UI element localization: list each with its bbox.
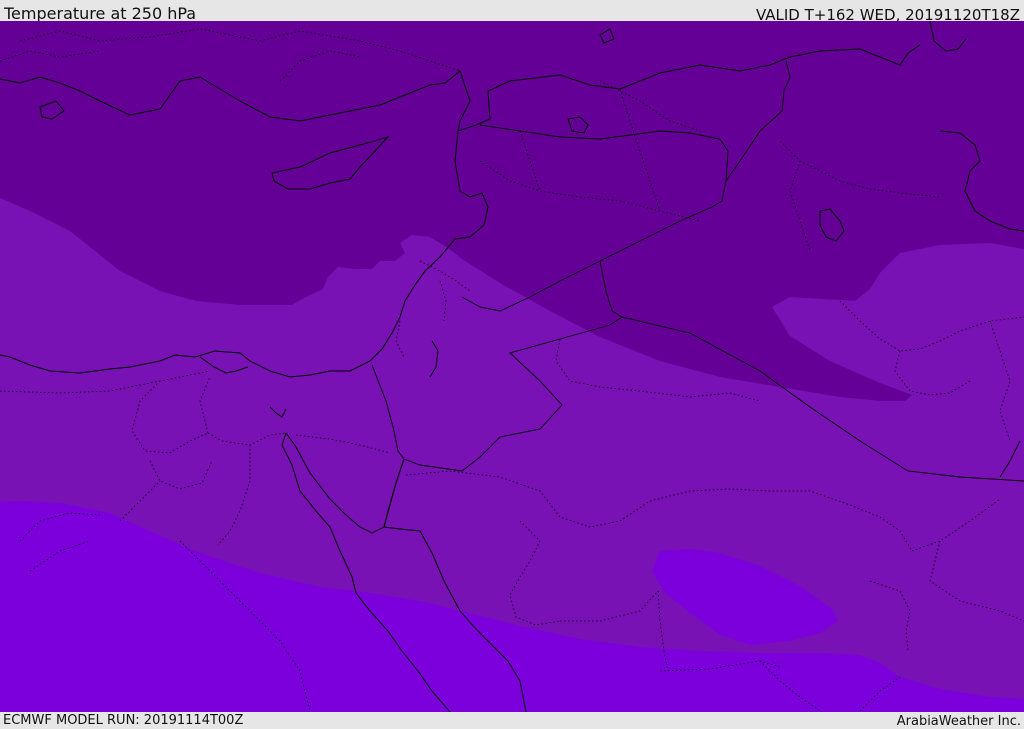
map-page: Temperature at 250 hPa VALID T+162 WED, … — [0, 0, 1024, 729]
credit-label: ArabiaWeather Inc. — [896, 714, 1021, 729]
footer-bar: ECMWF MODEL RUN: 20191114T00Z ArabiaWeat… — [0, 712, 1024, 729]
map-area[interactable] — [0, 21, 1024, 712]
model-run-label: ECMWF MODEL RUN: 20191114T00Z — [3, 713, 244, 728]
temperature-map — [0, 21, 1024, 712]
header-bar: Temperature at 250 hPa VALID T+162 WED, … — [0, 0, 1024, 24]
